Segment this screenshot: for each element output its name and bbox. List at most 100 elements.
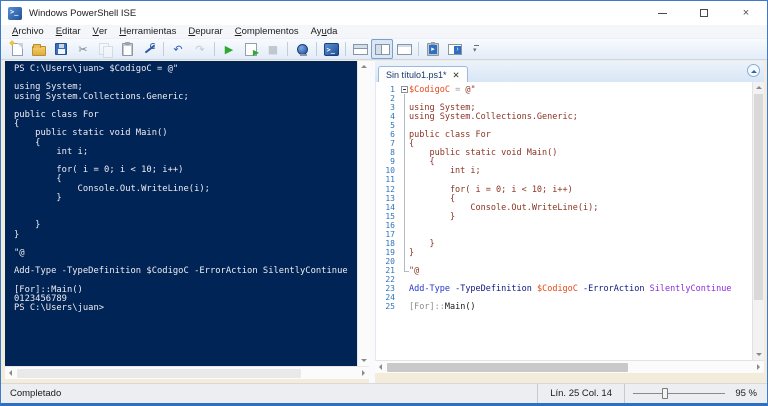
editor-line[interactable]: 22 [376,275,752,284]
minimize-button[interactable] [641,1,683,25]
editor-line[interactable]: 1 $CodigoC = @" [376,85,752,95]
open-script-button[interactable] [28,39,50,59]
console-output[interactable]: PS C:\Users\juan> $CodigoC = @" using Sy… [14,64,357,313]
new-remote-powershell-tab-button[interactable] [291,39,313,59]
powershell-ise-window: Windows PowerShell ISE × ArchivoEditarVe… [0,0,768,406]
run-selection-button[interactable] [240,39,262,59]
main-content: PS C:\Users\juan> $CodigoC = @" using Sy… [1,60,767,383]
tab-sin-titulo1[interactable]: Sin título1.ps1* ✕ [378,66,468,82]
editor-line[interactable]: 11 [376,175,752,184]
console-vertical-scrollbar[interactable] [357,61,369,366]
copy-button[interactable] [94,39,116,59]
undo-icon: ↶ [173,42,183,56]
paste-button[interactable] [116,39,138,59]
editor-line[interactable]: 12 for( i = 0; i < 10; i++) [376,184,752,195]
editor-line[interactable]: 3 using System; [376,103,752,113]
scroll-left-icon[interactable] [376,364,382,370]
scroll-up-icon[interactable] [360,62,367,68]
menu-item-archivo[interactable]: Archivo [6,25,50,38]
editor-line[interactable]: 9 { [376,157,752,167]
editor-line[interactable]: 20 [376,257,752,266]
redo-button[interactable]: ↷ [189,39,211,59]
code-text: for( i = 0; i < 10; i++) [409,184,573,195]
show-script-pane-top-button[interactable] [349,39,371,59]
line-number: 17 [385,229,395,239]
undo-button[interactable]: ↶ [167,39,189,59]
start-powershell-exe-button[interactable] [320,39,342,59]
zoom-slider-track[interactable] [633,388,725,399]
editor-line[interactable]: 16 [376,221,752,230]
menu-item-depurar[interactable]: Depurar [182,25,228,38]
run-script-button[interactable]: ▶ [218,39,240,59]
status-text: Completado [10,388,62,399]
editor-line[interactable]: 23 Add-Type -TypeDefinition $CodigoC -Err… [376,284,752,294]
scroll-right-icon[interactable] [362,370,368,376]
console-horizontal-scrollbar[interactable] [5,366,369,379]
editor-lines[interactable]: 1 $CodigoC = @" 2 3 using System; 4 using Syst… [376,82,752,360]
toolbar-overflow-button[interactable] [466,39,488,59]
menu-item-herramientas[interactable]: Herramientas [113,25,182,38]
editor-line[interactable]: 10 int i; [376,166,752,176]
scroll-right-icon[interactable] [757,364,763,370]
cut-button[interactable]: ✂ [72,39,94,59]
titlebar: Windows PowerShell ISE × [1,1,767,25]
close-button[interactable]: × [725,1,767,25]
new-script-button[interactable] [6,39,28,59]
editor-line[interactable]: 17 [376,230,752,239]
console-output-area[interactable]: PS C:\Users\juan> $CodigoC = @" using Sy… [5,61,357,366]
editor-line[interactable]: 13 { [376,194,752,204]
code-text: public static void Main() [409,148,558,159]
stop-operation-button[interactable]: ■ [262,39,284,59]
editor-line[interactable]: 19} [376,248,752,258]
zoom-percentage: 95 % [735,388,757,399]
scroll-left-icon[interactable] [6,370,12,376]
collapse-script-pane-button[interactable] [747,64,760,77]
console-pane: PS C:\Users\juan> $CodigoC = @" using Sy… [5,61,369,379]
tab-close-icon[interactable]: ✕ [453,71,460,80]
scroll-down-icon[interactable] [755,353,762,359]
code-text: } [409,211,456,222]
editor-line[interactable]: 18 } [376,239,752,249]
editor-line[interactable]: 8 public static void Main() [376,148,752,159]
code-fold-toggle[interactable] [401,86,408,93]
code-text: { [409,139,415,150]
clear-console-pane-button[interactable] [138,39,160,59]
toolbar-separator [214,42,215,56]
editor-line[interactable]: 6 public class For [376,130,752,140]
show-script-pane-button[interactable] [422,39,444,59]
line-number: 16 [385,220,395,230]
editor-line[interactable]: 14 Console.Out.WriteLine(i); [376,202,752,213]
editor-line[interactable]: 5 [376,121,752,130]
scrollbar-thumb[interactable] [17,369,301,378]
code-fold-guide [404,94,409,272]
editor-vertical-scrollbar[interactable] [752,82,764,360]
menu-item-ver[interactable]: Ver [87,25,114,38]
cut-icon: ✂ [78,42,88,56]
save-script-button[interactable] [50,39,72,59]
toolbar-overflow-icon [473,43,481,55]
scroll-up-icon[interactable] [755,83,762,89]
menu-item-ayuda[interactable]: Ay u da [305,25,344,38]
menu-item-editar[interactable]: Editar [50,25,87,38]
editor-line[interactable]: 15 } [376,211,752,222]
scrollbar-thumb[interactable] [754,94,763,300]
zoom-slider[interactable] [625,388,733,399]
maximize-button[interactable] [683,1,725,25]
line-number: 12 [385,184,395,194]
editor-line[interactable]: 7{ [376,139,752,150]
menu-item-complementos[interactable]: Complementos [229,25,305,38]
code-text: Console.Out.WriteLine(i); [409,202,599,213]
editor-line[interactable]: 25 [For]::Main() [376,302,752,312]
scrollbar-thumb[interactable] [387,363,629,372]
editor-line[interactable]: 2 [376,94,752,103]
show-console-pane-button[interactable] [444,39,466,59]
editor-line[interactable]: 21 "@ [376,266,752,276]
editor-line[interactable]: 24 [376,293,752,302]
editor-horizontal-scrollbar[interactable] [375,360,764,373]
scroll-down-icon[interactable] [360,359,367,365]
show-script-pane-maximized-button[interactable] [393,39,415,59]
editor-line[interactable]: 4 using System.Collections.Generic; [376,112,752,122]
close-icon: × [742,6,750,19]
show-script-pane-right-button[interactable] [371,39,393,59]
zoom-slider-thumb[interactable] [662,388,669,399]
